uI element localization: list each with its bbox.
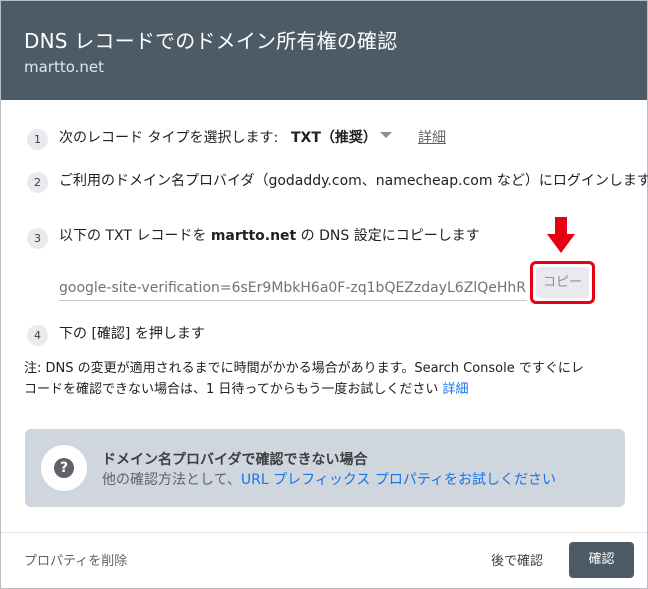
red-down-arrow-icon (547, 217, 575, 253)
delete-property-button[interactable]: プロパティを削除 (24, 550, 127, 569)
dialog-title: DNS レコードでのドメイン所有権の確認 (24, 29, 398, 53)
step-3-text-post: の DNS 設定にコピーします (296, 228, 480, 244)
step-4-text: 下の [確認] を押します (59, 326, 205, 342)
step-1-number: 1 (27, 129, 48, 150)
note-line-1: 注: DNS の変更が適用されるまでに時間がかかる場合があります。Search … (24, 361, 584, 376)
dropdown-caret-icon[interactable] (380, 132, 392, 138)
verify-later-button[interactable]: 後で確認 (491, 550, 543, 569)
step-3-text-pre: 以下の TXT レコードを (59, 228, 211, 244)
dialog-header: DNS レコードでのドメイン所有権の確認 martto.net (1, 1, 647, 100)
step-3-number: 3 (27, 228, 48, 249)
record-type-select[interactable]: TXT（推奨） (291, 127, 377, 147)
verify-button[interactable]: 確認 (569, 542, 634, 578)
copy-button[interactable]: コピー (536, 267, 589, 298)
step-3-text: 以下の TXT レコードを martto.net の DNS 設定にコピーします (59, 225, 480, 245)
note-line-2-text: コードを確認できない場合は、1 日待ってからもう一度お試しください (24, 382, 439, 397)
step-1-text: 次のレコード タイプを選択します: (59, 130, 279, 146)
alternative-method-box: ? ドメイン名プロバイダで確認できない場合 他の確認方法として、URL プレフィ… (25, 429, 625, 507)
url-prefix-property-link[interactable]: URL プレフィックス プロパティをお試しください (241, 472, 556, 488)
step-4-number: 4 (27, 325, 48, 346)
copy-button-highlight: コピー (530, 261, 595, 304)
note-details-link[interactable]: 詳細 (443, 382, 469, 397)
help-question-icon: ? (54, 458, 74, 478)
step-2-number: 2 (27, 172, 48, 193)
help-box-title: ドメイン名プロバイダで確認できない場合 (102, 452, 368, 468)
txt-record-field[interactable]: google-site-verification=6sEr9MbkH6a0F-z… (59, 271, 527, 301)
dns-propagation-note: 注: DNS の変更が適用されるまでに時間がかかる場合があります。Search … (24, 358, 624, 400)
note-line-2: コードを確認できない場合は、1 日待ってからもう一度お試しください 詳細 (24, 379, 624, 400)
footer-divider (1, 532, 647, 533)
dialog-subtitle-domain: martto.net (24, 58, 105, 76)
dns-verification-dialog: DNS レコードでのドメイン所有権の確認 martto.net 1 次のレコード… (0, 0, 648, 589)
txt-record-value: google-site-verification=6sEr9MbkH6a0F-z… (59, 280, 527, 296)
record-type-details-link[interactable]: 詳細 (418, 127, 446, 147)
step-2-text: ご利用のドメイン名プロバイダ（godaddy.com、namecheap.com… (59, 173, 648, 189)
help-icon-container: ? (41, 445, 87, 491)
help-box-subtitle-text: 他の確認方法として、 (102, 472, 241, 488)
help-box-subtitle: 他の確認方法として、URL プレフィックス プロパティをお試しください (102, 469, 556, 489)
step-3-domain: martto.net (210, 228, 297, 244)
